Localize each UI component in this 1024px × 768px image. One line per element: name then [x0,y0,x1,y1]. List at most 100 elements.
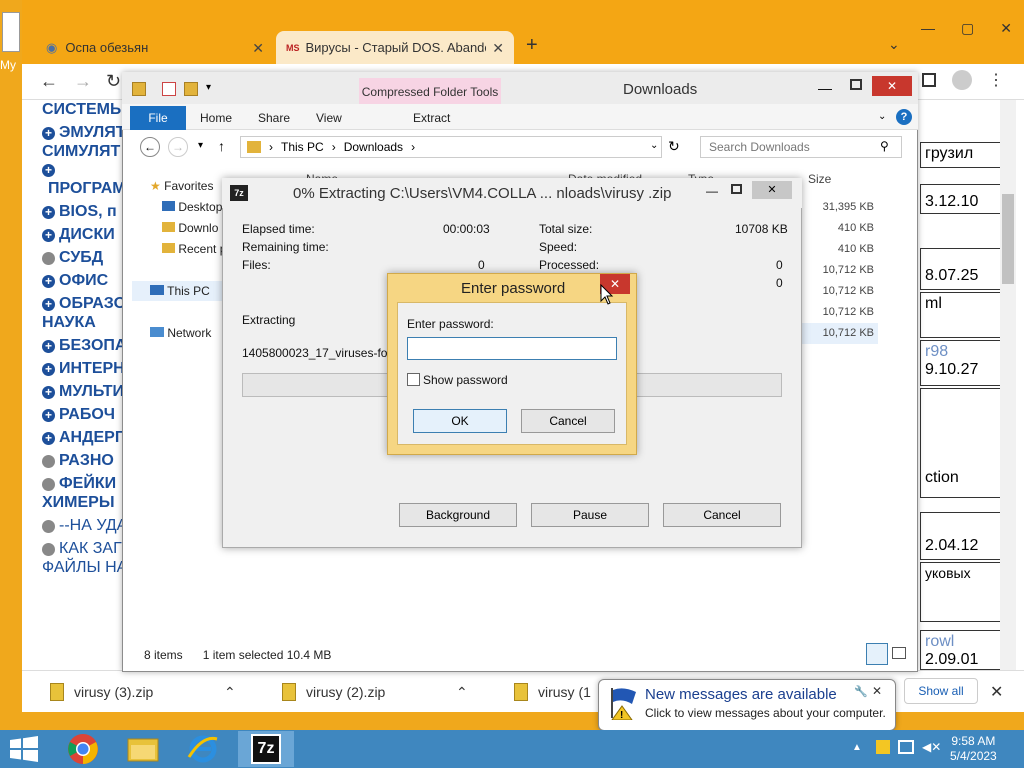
nav-favorites[interactable]: ★ Favorites [150,179,213,193]
forward-arrow-icon[interactable]: → [74,71,92,92]
ok-button[interactable]: OK [413,409,507,433]
nav-this-pc[interactable]: This PC [150,284,210,298]
cancel-button[interactable]: Cancel [521,409,615,433]
details-view-icon[interactable] [866,643,888,665]
wrench-icon[interactable]: 🔧 [854,685,868,698]
cancel-extraction-button[interactable]: Cancel [663,503,781,527]
download-item[interactable]: virusy (3).zip ⌃ [50,680,236,704]
browser-tab-1[interactable]: ◉ Оспа обезьян ✕ [36,31,274,64]
menu-link[interactable]: + БЕЗОПА [42,337,126,355]
desktop-shortcut-icon[interactable] [2,12,20,52]
address-dropdown-icon[interactable]: ⌄ [650,140,658,151]
menu-link[interactable]: ПРОГРАМ [48,180,126,198]
password-input[interactable] [407,337,617,360]
forward-icon[interactable]: → [168,137,188,157]
ribbon-expand-icon[interactable]: ⌄ [878,111,886,122]
scrollbar-thumb[interactable] [1002,194,1014,284]
profile-avatar-icon[interactable] [952,70,972,90]
back-icon[interactable]: ← [140,137,160,157]
chevron-up-icon[interactable]: ⌃ [224,684,236,701]
menu-link[interactable]: КАК ЗАГ [42,540,122,558]
chevron-up-icon[interactable]: ⌃ [456,684,468,701]
minimize-icon[interactable]: — [706,184,718,198]
tab-view[interactable]: View [316,111,342,125]
close-downloads-icon[interactable]: ✕ [990,682,1003,702]
tab-search-dropdown-icon[interactable]: ⌄ [888,36,900,53]
download-item[interactable]: virusy (1 [514,680,591,704]
windows-start-icon[interactable] [10,736,38,762]
minimize-icon[interactable]: — [818,80,832,96]
close-icon[interactable]: ✕ [752,181,792,199]
back-arrow-icon[interactable]: ← [40,71,58,92]
show-password-checkbox[interactable] [407,373,420,386]
quick-access-dropdown-icon[interactable]: ▾ [206,82,211,93]
breadcrumb-this-pc[interactable]: This PC [281,140,324,154]
search-input[interactable]: Search Downloads [700,136,902,158]
tab-extract[interactable]: Extract [413,111,450,125]
address-bar[interactable]: › This PC › Downloads › [240,136,662,158]
side-panel-icon[interactable] [922,73,936,87]
clock[interactable]: 9:58 AM 5/4/2023 [950,734,997,764]
nav-downloads[interactable]: Downlo [162,221,218,235]
menu-link[interactable]: + АНДЕРГ [42,429,124,447]
network-tray-icon[interactable] [898,740,914,754]
maximize-icon[interactable] [850,79,862,90]
menu-link[interactable]: ФЕЙКИ [42,475,116,493]
menu-link[interactable]: + ИНТЕРН [42,360,125,378]
menu-kebab-icon[interactable]: ⋮ [988,70,1004,90]
close-notification-icon[interactable]: ✕ [872,684,882,698]
nav-recent[interactable]: Recent p [162,242,226,256]
close-icon[interactable]: ✕ [1000,20,1012,37]
new-folder-icon[interactable] [184,82,198,96]
chrome-taskbar-icon[interactable] [56,731,110,767]
nav-desktop[interactable]: Desktop [162,200,222,214]
properties-icon[interactable] [162,82,176,96]
page-scrollbar[interactable] [1000,100,1016,670]
close-icon[interactable]: ✕ [872,76,912,96]
recent-locations-icon[interactable]: ▾ [198,140,203,151]
menu-link[interactable]: + ОФИС [42,272,108,290]
refresh-icon[interactable]: ↻ [668,138,680,155]
menu-link[interactable]: ХИМЕРЫ [42,494,115,512]
menu-link[interactable]: + ЭМУЛЯТ [42,124,126,142]
show-all-button[interactable]: Show all [904,678,978,704]
menu-link[interactable]: + ОБРАЗО [42,295,126,313]
help-icon[interactable]: ? [896,109,912,125]
file-explorer-taskbar-icon[interactable] [116,731,170,767]
large-icons-view-icon[interactable] [892,647,906,659]
show-hidden-icons-icon[interactable]: ▲ [852,742,862,753]
maximize-icon[interactable]: ▢ [961,20,974,37]
tab-home[interactable]: Home [200,111,232,125]
menu-link[interactable]: + ДИСКИ [42,226,115,244]
table-link[interactable]: r98 9.10.27 [920,340,1002,386]
column-size[interactable]: Size [808,172,831,186]
nav-network[interactable]: Network [150,326,211,340]
menu-link[interactable]: ФАЙЛЫ НА [42,559,127,577]
download-item[interactable]: virusy (2).zip ⌃ [282,680,468,704]
new-tab-button[interactable]: + [526,34,538,57]
menu-link[interactable]: + РАБОЧ [42,406,115,424]
table-link[interactable]: rowl 2.09.01 [920,630,1002,670]
reload-icon[interactable]: ↻ [106,71,121,92]
menu-link[interactable]: РАЗНО [42,452,114,470]
breadcrumb-downloads[interactable]: Downloads [344,140,403,154]
up-arrow-icon[interactable]: ↑ [218,138,225,154]
menu-link[interactable]: СУБД [42,249,103,267]
menu-link[interactable]: НАУКА [42,314,96,332]
tab-file[interactable]: File [130,106,186,130]
pause-button[interactable]: Pause [531,503,649,527]
browser-tab-2[interactable]: MS Вирусы - Старый DOS. Abandor ✕ [276,31,514,64]
menu-link[interactable]: + МУЛЬТИ [42,383,124,401]
menu-link[interactable]: СИСТЕМЫ [42,101,126,119]
background-button[interactable]: Background [399,503,517,527]
close-tab-icon[interactable]: ✕ [252,40,264,57]
menu-link[interactable]: СИМУЛЯТ [42,143,120,161]
maximize-icon[interactable] [731,184,742,194]
tab-share[interactable]: Share [258,111,290,125]
menu-link[interactable]: + BIOS, п [42,203,117,221]
menu-link[interactable]: --НА УДА [42,517,127,535]
volume-muted-icon[interactable]: ◀✕ [922,740,941,754]
minimize-icon[interactable]: — [921,20,935,37]
action-center-tray-icon[interactable] [876,740,890,754]
internet-explorer-taskbar-icon[interactable] [176,731,230,767]
